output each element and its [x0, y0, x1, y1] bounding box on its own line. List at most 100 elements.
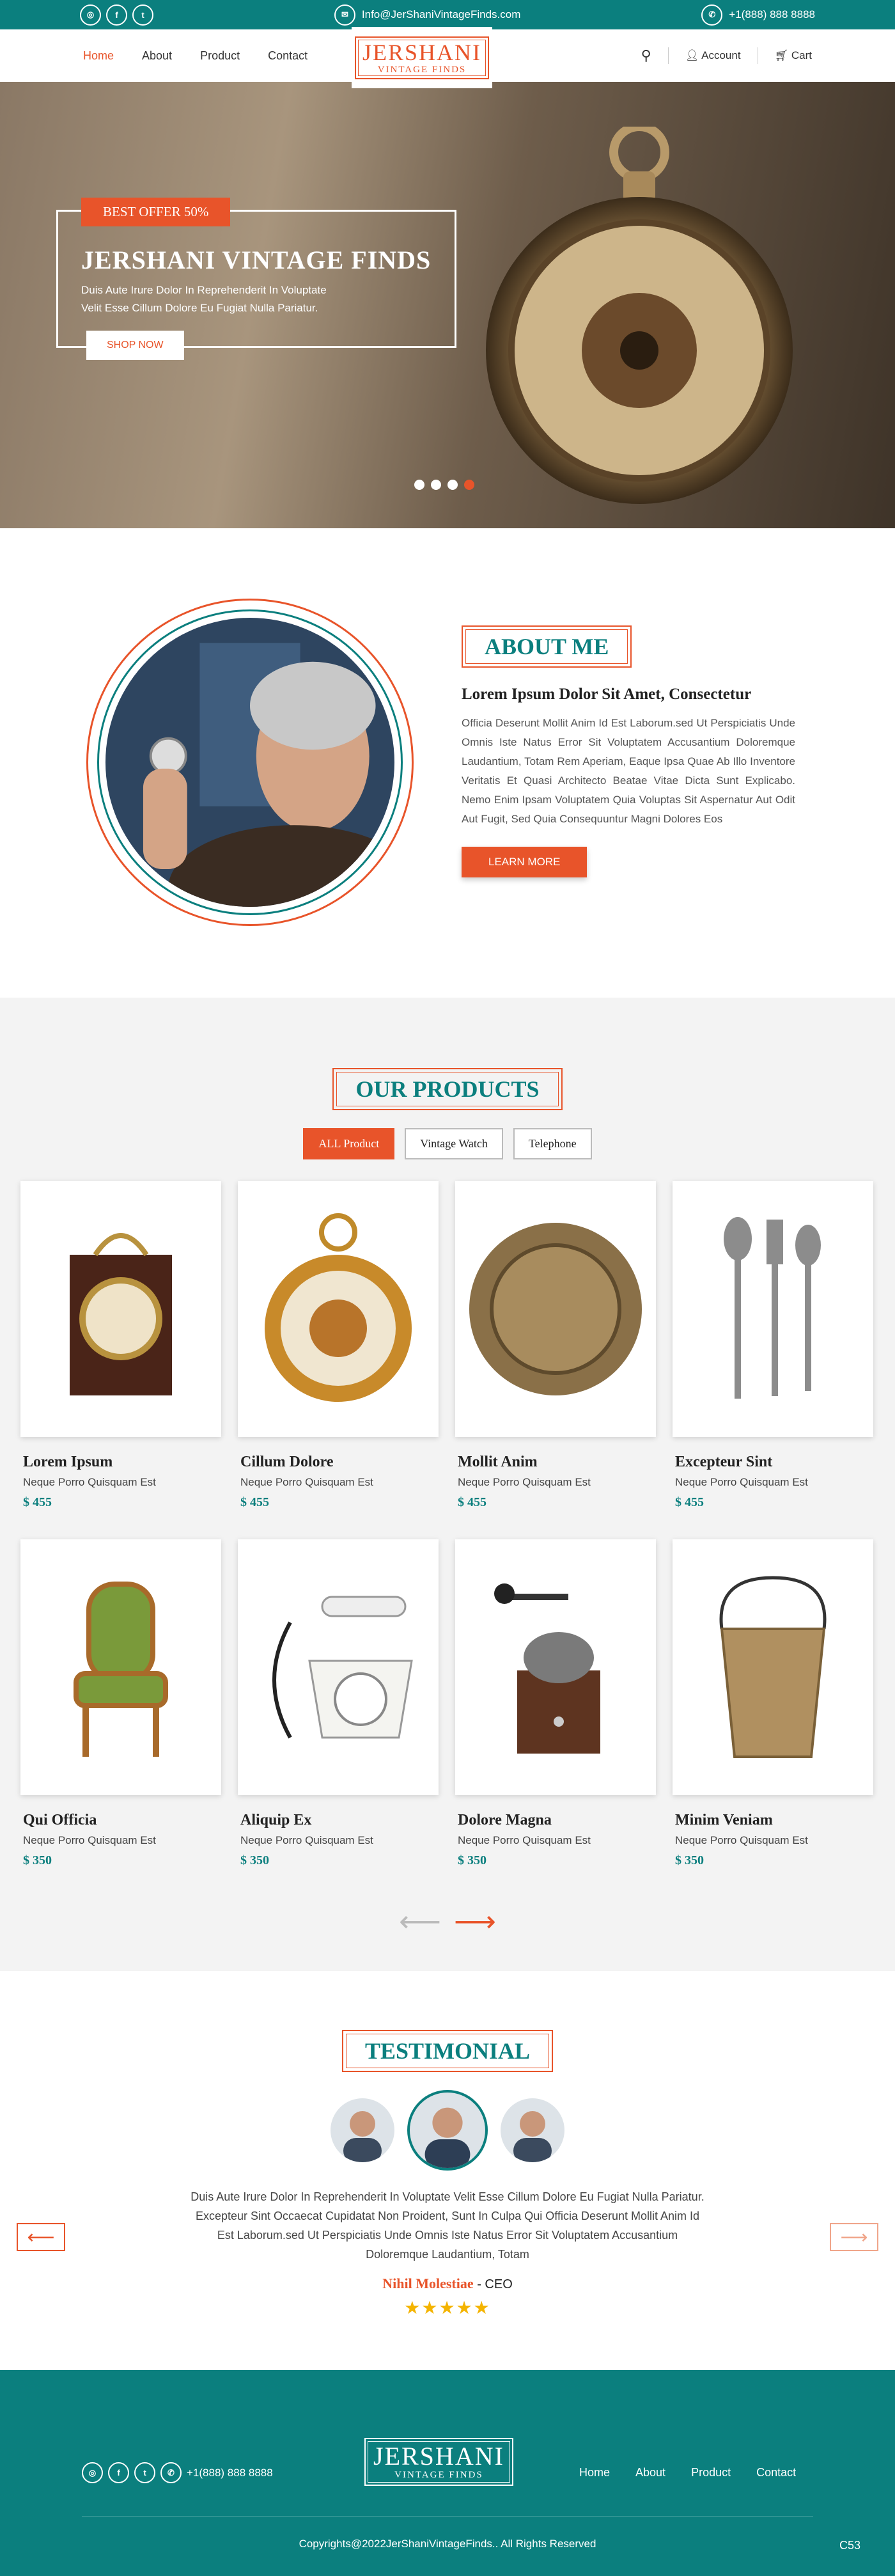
main-nav: Home About Product Contact JERSHANI VINT… [0, 27, 895, 88]
footer-divider [82, 2516, 813, 2517]
pocket-watch-image [486, 127, 793, 504]
product-card[interactable]: Cillum Dolore Neque Porro Quisquam Est $… [238, 1181, 439, 1539]
avatar[interactable] [331, 2098, 394, 2162]
product-card[interactable]: Minim Veniam Neque Porro Quisquam Est $ … [673, 1539, 873, 1897]
author-role: - CEO [477, 2277, 513, 2291]
phone-text: +1(888) 888 8888 [729, 8, 815, 20]
instagram-icon[interactable]: ◎ [80, 4, 101, 26]
prev-arrow-icon[interactable]: ⟵ [399, 1904, 441, 1938]
next-arrow-icon[interactable]: ⟶ [454, 1904, 496, 1938]
shop-now-button[interactable]: SHOP NOW [86, 331, 184, 360]
carousel-dots [414, 480, 474, 490]
product-price: $ 455 [458, 1495, 486, 1509]
portrait-frame [86, 599, 414, 926]
product-price: $ 350 [23, 1853, 52, 1867]
account-link[interactable]: 👤︎ Account [685, 49, 741, 62]
product-grid: Lorem Ipsum Neque Porro Quisquam Est $ 4… [20, 1181, 895, 1897]
footer-link-home[interactable]: Home [579, 2466, 610, 2479]
carousel-dot[interactable] [431, 480, 441, 490]
nav-contact[interactable]: Contact [268, 49, 307, 63]
products-title: OUR PRODUCTS [332, 1068, 563, 1110]
phone-contact[interactable]: ✆ +1(888) 888 8888 [701, 4, 815, 26]
product-card[interactable]: Lorem Ipsum Neque Porro Quisquam Est $ 4… [20, 1181, 221, 1539]
footer-link-product[interactable]: Product [691, 2466, 731, 2479]
carousel-dot[interactable] [414, 480, 424, 490]
product-card[interactable]: Dolore Magna Neque Porro Quisquam Est $ … [455, 1539, 656, 1897]
footer-link-contact[interactable]: Contact [756, 2466, 796, 2479]
filter-all[interactable]: ALL Product [303, 1128, 395, 1159]
footer-logo-line1: JERSHANI [373, 2442, 504, 2470]
email-contact[interactable]: ✉ Info@JerShaniVintageFinds.com [334, 4, 520, 26]
product-card[interactable]: Qui Officia Neque Porro Quisquam Est $ 3… [20, 1539, 221, 1897]
product-desc: Neque Porro Quisquam Est [458, 1476, 591, 1488]
hero-text-line1: Duis Aute Irure Dolor In Reprehenderit I… [81, 284, 327, 296]
product-name: Excepteur Sint [675, 1454, 773, 1470]
products-section: OUR PRODUCTS ALL Product Vintage Watch T… [0, 998, 895, 1971]
product-price: $ 455 [675, 1495, 704, 1509]
product-name: Qui Officia [23, 1812, 97, 1828]
learn-more-button[interactable]: LEARN MORE [462, 847, 588, 877]
cutlery-image [673, 1181, 873, 1437]
twitter-icon[interactable]: t [134, 2462, 155, 2483]
nav-home[interactable]: Home [83, 49, 114, 63]
twitter-icon[interactable]: t [132, 4, 153, 26]
product-name: Aliquip Ex [240, 1812, 312, 1828]
facebook-icon[interactable]: f [108, 2462, 129, 2483]
hero-text-line2: Velit Esse Cillum Dolore Eu Fugiat Nulla… [81, 302, 318, 314]
product-card[interactable]: Aliquip Ex Neque Porro Quisquam Est $ 35… [238, 1539, 439, 1897]
product-desc: Neque Porro Quisquam Est [458, 1834, 591, 1846]
portrait-inner-ring [97, 609, 403, 915]
brass-bucket-image [673, 1539, 873, 1795]
filter-telephone[interactable]: Telephone [513, 1128, 592, 1159]
product-name: Minim Veniam [675, 1812, 773, 1828]
man-with-watch-image [105, 618, 394, 907]
about-title: ABOUT ME [462, 625, 632, 668]
author-name: Nihil Molestiae [382, 2275, 474, 2291]
account-label: Account [701, 49, 741, 61]
telephone-image [238, 1539, 439, 1795]
logo-container: JERSHANI VINTAGE FINDS [352, 27, 492, 88]
mantel-clock-image [20, 1181, 221, 1437]
nav-product[interactable]: Product [200, 49, 240, 63]
avatar-active[interactable] [407, 2090, 488, 2171]
filter-vintage-watch[interactable]: Vintage Watch [405, 1128, 503, 1159]
pocket-watch-product-image [238, 1181, 439, 1437]
product-name: Dolore Magna [458, 1812, 552, 1828]
footer-logo[interactable]: JERSHANI VINTAGE FINDS [364, 2438, 513, 2486]
hero-title: JERSHANI VINTAGE FINDS [81, 246, 432, 274]
hero-text: Duis Aute Irure Dolor In Reprehenderit I… [81, 281, 388, 317]
cart-link[interactable]: 🛒︎ Cart [775, 49, 812, 62]
facebook-icon[interactable]: f [106, 4, 127, 26]
logo[interactable]: JERSHANI VINTAGE FINDS [354, 36, 489, 79]
product-desc: Neque Porro Quisquam Est [675, 1834, 808, 1846]
mail-icon: ✉ [334, 4, 355, 26]
cart-label: Cart [791, 49, 812, 61]
product-desc: Neque Porro Quisquam Est [23, 1834, 156, 1846]
hero-banner: BEST OFFER 50% JERSHANI VINTAGE FINDS Du… [0, 82, 895, 528]
instagram-icon[interactable]: ◎ [82, 2462, 103, 2483]
testimonial-quote: Duis Aute Irure Dolor In Reprehenderit I… [191, 2190, 704, 2261]
product-price: $ 455 [23, 1495, 52, 1509]
testimonial-title: TESTIMONIAL [341, 2030, 554, 2072]
cart-icon: 🛒︎ [774, 49, 791, 61]
nav-about[interactable]: About [142, 49, 172, 63]
testimonial-prev-button[interactable]: ⟵ [17, 2223, 65, 2251]
logo-line1: JERSHANI [362, 39, 481, 65]
product-desc: Neque Porro Quisquam Est [240, 1834, 373, 1846]
footer-phone[interactable]: +1(888) 888 8888 [187, 2467, 273, 2479]
product-card[interactable]: Excepteur Sint Neque Porro Quisquam Est … [673, 1181, 873, 1539]
rating-stars: ★★★★★ [404, 2298, 491, 2318]
footer-link-about[interactable]: About [635, 2466, 665, 2479]
arrow-right-icon: ⟶ [840, 2226, 868, 2248]
testimonial-author: Nihil Molestiae - CEO [0, 2275, 895, 2292]
footer-logo-line2: VINTAGE FINDS [394, 2470, 483, 2480]
avatar[interactable] [501, 2098, 564, 2162]
search-icon[interactable]: ⚲ [641, 47, 651, 64]
carousel-dot[interactable] [447, 480, 458, 490]
product-name: Mollit Anim [458, 1454, 538, 1470]
carousel-dot-active[interactable] [464, 480, 474, 490]
testimonial-next-button[interactable]: ⟶ [830, 2223, 878, 2251]
copyright-text: Copyrights@2022JerShaniVintageFinds.. Al… [299, 2538, 596, 2550]
product-card[interactable]: Mollit Anim Neque Porro Quisquam Est $ 4… [455, 1181, 656, 1539]
social-links: ◎ f t [80, 4, 153, 26]
